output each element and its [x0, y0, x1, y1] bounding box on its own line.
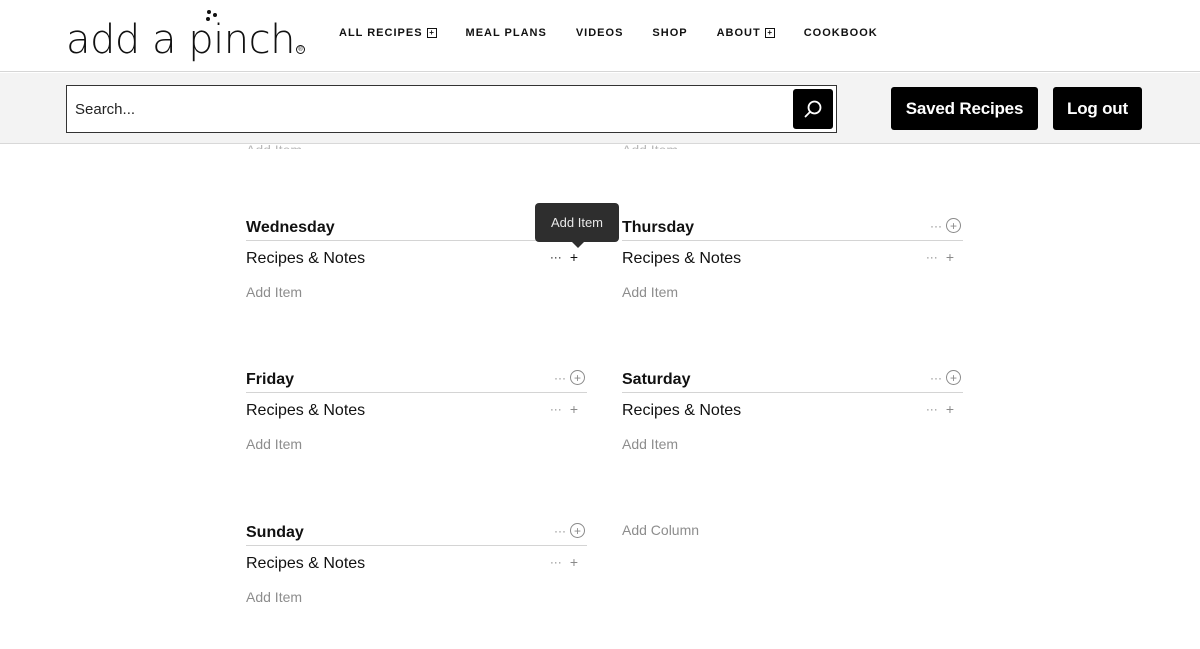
group-actions: ··· +	[550, 555, 578, 569]
search-input[interactable]	[67, 86, 787, 132]
expand-plus-icon[interactable]: +	[426, 28, 437, 38]
site-header: add a pinch ® ALL RECIPES + MEAL PLANS V…	[0, 0, 1200, 72]
more-options-icon[interactable]: ···	[930, 220, 942, 232]
group-row: Recipes & Notes ··· +	[622, 393, 963, 427]
day-column-saturday: Saturday ··· + Recipes & Notes ··· + Add…	[622, 363, 963, 452]
nav-label: COOKBOOK	[803, 27, 878, 39]
add-item-link[interactable]: Add Item	[246, 436, 302, 452]
more-options-icon[interactable]: ···	[550, 556, 562, 568]
nav-shop[interactable]: SHOP	[652, 27, 687, 39]
group-title[interactable]: Recipes & Notes	[622, 250, 741, 268]
nav-cookbook[interactable]: COOKBOOK	[804, 27, 878, 39]
nav-label: MEAL PLANS	[465, 27, 547, 39]
more-options-icon[interactable]: ···	[926, 251, 938, 263]
more-options-icon[interactable]: ···	[930, 372, 942, 384]
day-column-sunday: Sunday ··· + Recipes & Notes ··· + Add I…	[246, 516, 587, 605]
more-options-icon[interactable]: ···	[550, 251, 562, 263]
logo-text: add a pinch	[66, 17, 295, 63]
log-out-button[interactable]: Log out	[1053, 87, 1142, 130]
column-title: Thursday	[622, 219, 695, 236]
column-actions: ··· +	[930, 370, 961, 385]
group-actions: ··· +	[550, 402, 578, 416]
add-item-plus-icon[interactable]: +	[570, 250, 578, 264]
group-title[interactable]: Recipes & Notes	[622, 402, 741, 420]
add-group-circle-plus-icon[interactable]: +	[570, 370, 585, 385]
group-row: Recipes & Notes ··· +	[246, 241, 587, 275]
search-box	[66, 85, 837, 133]
group-row: Recipes & Notes ··· +	[622, 241, 963, 275]
column-actions: ··· +	[554, 523, 585, 538]
nav-label: ABOUT	[716, 27, 761, 39]
add-group-circle-plus-icon[interactable]: +	[570, 523, 585, 538]
add-item-plus-icon[interactable]: +	[570, 555, 578, 569]
group-title[interactable]: Recipes & Notes	[246, 555, 365, 573]
day-column-thursday: Thursday ··· + Recipes & Notes ··· + Add…	[622, 211, 963, 300]
more-options-icon[interactable]: ···	[554, 372, 566, 384]
nav-label: VIDEOS	[575, 27, 624, 39]
nav-about[interactable]: ABOUT +	[717, 27, 775, 39]
expand-plus-icon[interactable]: +	[764, 28, 775, 38]
add-group-circle-plus-icon[interactable]: +	[946, 218, 961, 233]
add-item-plus-icon[interactable]: +	[946, 402, 954, 416]
column-actions: ··· +	[930, 218, 961, 233]
nav-label: ALL RECIPES	[339, 27, 423, 39]
add-item-link[interactable]: Add Item	[246, 589, 302, 605]
add-item-plus-icon[interactable]: +	[570, 402, 578, 416]
registered-mark: ®	[295, 45, 305, 54]
nav-videos[interactable]: VIDEOS	[576, 27, 624, 39]
group-actions: ··· +	[926, 402, 954, 416]
search-button[interactable]	[793, 89, 833, 129]
add-column-link[interactable]: Add Column	[622, 522, 699, 538]
search-icon	[804, 100, 822, 118]
column-title: Wednesday	[246, 219, 335, 236]
group-actions: ··· +	[550, 250, 578, 264]
column-header: Thursday ··· +	[622, 211, 963, 241]
nav-meal-plans[interactable]: MEAL PLANS	[466, 27, 547, 39]
add-item-link[interactable]: Add Item	[622, 284, 678, 300]
column-actions: ··· +	[554, 370, 585, 385]
column-header: Friday ··· +	[246, 363, 587, 393]
group-row: Recipes & Notes ··· +	[246, 546, 587, 580]
column-title: Saturday	[622, 371, 691, 388]
add-item-link[interactable]: Add Item	[246, 284, 302, 300]
add-group-circle-plus-icon[interactable]: +	[946, 370, 961, 385]
column-title: Friday	[246, 371, 295, 388]
more-options-icon[interactable]: ···	[926, 403, 938, 415]
more-options-icon[interactable]: ···	[554, 525, 566, 537]
hidden-add-item: Add Item	[622, 143, 678, 149]
hidden-add-item: Add Item	[246, 143, 302, 149]
column-title: Sunday	[246, 524, 304, 541]
site-logo[interactable]: add a pinch ®	[66, 8, 305, 60]
nav-all-recipes[interactable]: ALL RECIPES +	[339, 27, 437, 39]
group-title[interactable]: Recipes & Notes	[246, 402, 365, 420]
search-bar-section: Saved Recipes Log out	[0, 73, 1200, 144]
saved-recipes-button[interactable]: Saved Recipes	[891, 87, 1038, 130]
group-title[interactable]: Recipes & Notes	[246, 250, 365, 268]
nav-label: SHOP	[652, 27, 688, 39]
more-options-icon[interactable]: ···	[550, 403, 562, 415]
add-item-plus-icon[interactable]: +	[946, 250, 954, 264]
group-row: Recipes & Notes ··· +	[246, 393, 587, 427]
column-header: Sunday ··· +	[246, 516, 587, 546]
column-header: Saturday ··· +	[622, 363, 963, 393]
add-item-tooltip: Add Item	[535, 203, 619, 248]
logo-dots-icon	[204, 10, 218, 24]
day-column-friday: Friday ··· + Recipes & Notes ··· + Add I…	[246, 363, 587, 452]
group-actions: ··· +	[926, 250, 954, 264]
add-item-link[interactable]: Add Item	[622, 436, 678, 452]
main-nav: ALL RECIPES + MEAL PLANS VIDEOS SHOP ABO…	[339, 27, 907, 39]
